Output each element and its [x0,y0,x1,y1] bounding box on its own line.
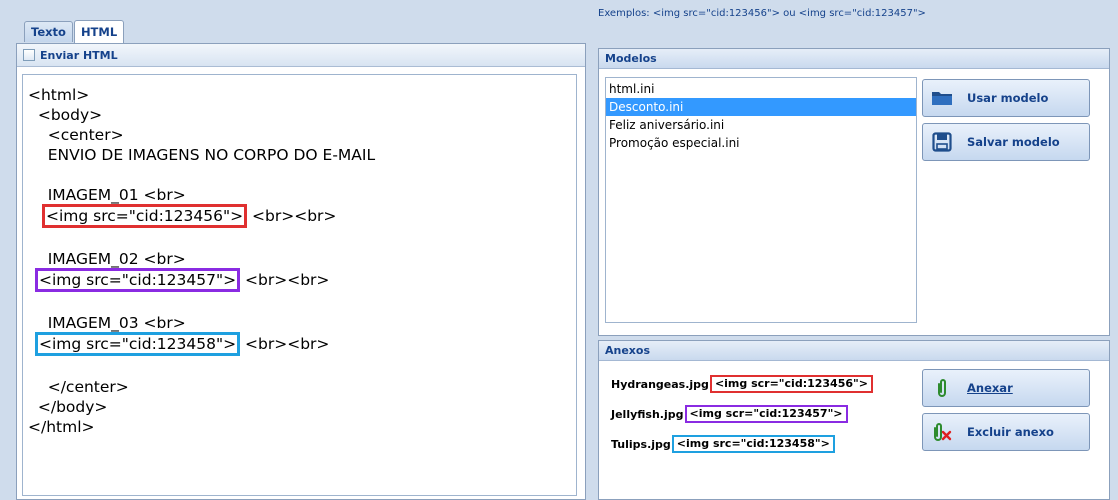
paperclip-delete-icon [931,423,953,441]
attachment-cid-tag: <img scr="cid:123457"> [684,405,848,423]
code-line: <center> [28,126,124,144]
examples-hint: Exemplos: <img src="cid:123456"> ou <img… [598,8,926,19]
send-html-label: Enviar HTML [40,48,118,62]
code-text: <br><br> [252,207,337,225]
save-model-button[interactable]: Salvar modelo [922,123,1090,161]
delete-attachment-button[interactable]: Excluir anexo [922,413,1090,451]
send-html-checkbox[interactable] [23,49,35,61]
models-header: Modelos [599,49,1109,69]
code-line: <img src="cid:123456"> <br><br> [42,204,336,228]
attach-label: Anexar [967,381,1013,395]
attachment-filename: Tulips.jpg [611,437,671,451]
use-model-button[interactable]: Usar modelo [922,79,1090,117]
tab-strip: Texto HTML [24,20,125,43]
use-model-label: Usar modelo [967,91,1049,105]
code-line: ENVIO DE IMAGENS NO CORPO DO E-MAIL [28,146,376,164]
code-line: </html> [28,418,95,436]
attachment-filename: Hydrangeas.jpg [611,377,709,391]
code-text: <br><br> [245,335,330,353]
save-model-label: Salvar modelo [967,135,1060,149]
code-line: IMAGEM_01 <br> [28,186,186,204]
attachment-filename: Jellyfish.jpg [611,407,684,421]
folder-icon [931,89,953,107]
img-tag-highlight: <img src="cid:123457"> [35,268,241,292]
code-line: IMAGEM_02 <br> [28,250,186,268]
attachments-group: Anexos Hydrangeas.jpg <img scr="cid:1234… [598,340,1110,500]
html-editor-panel: Texto HTML Enviar HTML <html> <body> <ce… [8,0,588,500]
models-list[interactable]: html.ini Desconto.ini Feliz aniversário.… [605,77,917,323]
attach-button[interactable]: Anexar [922,369,1090,407]
send-html-bar: Enviar HTML [17,44,585,67]
save-icon [931,132,953,152]
list-item[interactable]: Hydrangeas.jpg <img scr="cid:123456"> [611,375,873,393]
paperclip-icon [931,379,953,397]
attachments-header: Anexos [599,341,1109,361]
code-line: <img src="cid:123457"> <br><br> [35,268,329,292]
delete-attachment-label: Excluir anexo [967,425,1054,439]
code-line: </center> [28,378,129,396]
tab-html[interactable]: HTML [73,20,125,43]
code-line: IMAGEM_03 <br> [28,314,186,332]
html-code-editor[interactable]: <html> <body> <center> ENVIO DE IMAGENS … [22,74,577,496]
attachment-cid-tag: <img src="cid:123458"> [671,435,835,453]
tab-content: Enviar HTML <html> <body> <center> ENVIO… [16,43,586,500]
code-text: <br><br> [245,271,330,289]
models-group: Modelos html.ini Desconto.ini Feliz aniv… [598,48,1110,336]
list-item[interactable]: Promoção especial.ini [606,134,916,152]
img-tag-highlight: <img src="cid:123456"> [42,204,248,228]
list-item-selected[interactable]: Desconto.ini [606,98,916,116]
attachment-cid-tag: <img scr="cid:123456"> [709,375,873,393]
tab-texto[interactable]: Texto [24,21,73,42]
attachments-list[interactable]: Hydrangeas.jpg <img scr="cid:123456"> Je… [605,367,917,495]
code-line: </body> [28,398,108,416]
code-line: <html> [28,86,90,104]
list-item[interactable]: Jellyfish.jpg <img scr="cid:123457"> [611,405,848,423]
code-line: <body> [28,106,103,124]
list-item[interactable]: Tulips.jpg <img src="cid:123458"> [611,435,835,453]
code-line: <img src="cid:123458"> <br><br> [35,332,329,356]
list-item[interactable]: html.ini [606,80,916,98]
list-item[interactable]: Feliz aniversário.ini [606,116,916,134]
img-tag-highlight: <img src="cid:123458"> [35,332,241,356]
